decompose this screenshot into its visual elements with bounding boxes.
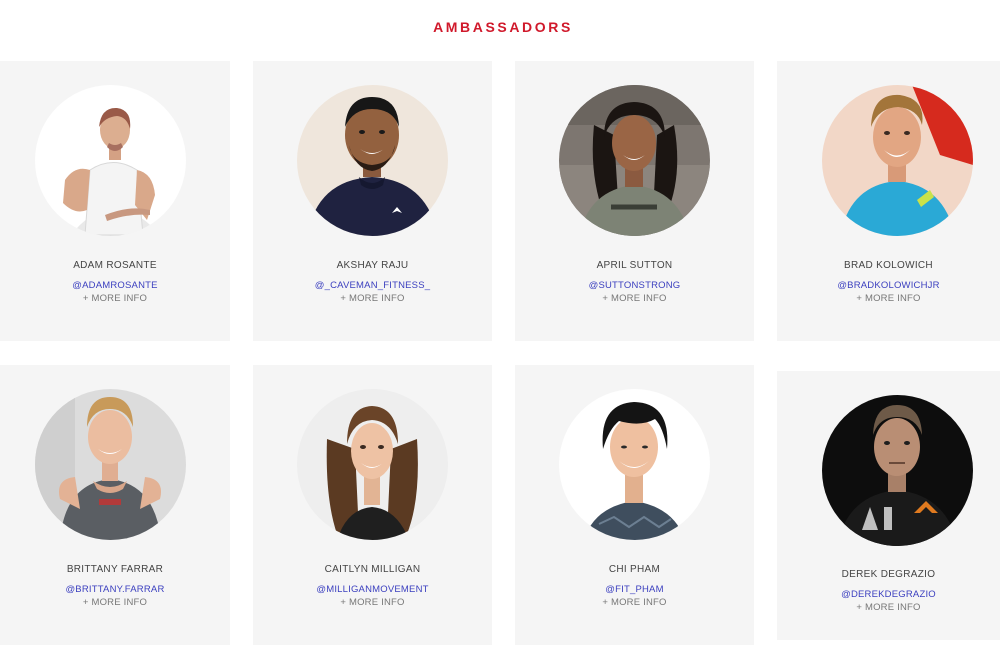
avatar xyxy=(35,389,186,540)
more-info-link[interactable]: + MORE INFO xyxy=(253,293,492,304)
ambassador-name: ADAM ROSANTE xyxy=(73,260,157,271)
ambassador-handle-link[interactable]: @BRITTANY.FARRAR xyxy=(0,584,230,595)
ambassador-name: BRAD KOLOWICH xyxy=(844,260,933,271)
ambassador-card[interactable]: BRITTANY FARRAR @BRITTANY.FARRAR + MORE … xyxy=(0,365,230,645)
avatar xyxy=(35,85,186,236)
more-info-link[interactable]: + MORE INFO xyxy=(253,597,492,608)
avatar xyxy=(822,395,973,546)
more-info-link[interactable]: + MORE INFO xyxy=(515,597,754,608)
avatar xyxy=(559,389,710,540)
ambassadors-page: AMBASSADORS ADAM ROSANTE @ADAMROSANTE + … xyxy=(0,0,1000,667)
ambassador-name: BRITTANY FARRAR xyxy=(66,564,164,575)
more-info-link[interactable]: + MORE INFO xyxy=(0,293,230,304)
avatar xyxy=(559,85,710,236)
avatar xyxy=(297,389,448,540)
ambassador-card[interactable]: AKSHAY RAJU @_CAVEMAN_FITNESS_ + MORE IN… xyxy=(253,61,492,341)
ambassador-card[interactable]: DEREK DEGRAZIO @DEREKDEGRAZIO + MORE INF… xyxy=(777,371,1000,640)
ambassador-handle-link[interactable]: @SUTTONSTRONG xyxy=(515,280,754,291)
ambassador-handle-link[interactable]: @MILLIGANMOVEMENT xyxy=(253,584,492,595)
ambassador-handle-link[interactable]: @_CAVEMAN_FITNESS_ xyxy=(253,280,492,291)
ambassador-name: CHI PHAM xyxy=(608,564,661,575)
ambassador-handle-link[interactable]: @BRADKOLOWICHJR xyxy=(777,280,1000,291)
section-title: AMBASSADORS xyxy=(433,19,573,35)
ambassador-handle-link[interactable]: @FIT_PHAM xyxy=(515,584,754,595)
ambassador-handle-link[interactable]: @DEREKDEGRAZIO xyxy=(777,589,1000,600)
ambassador-card[interactable]: CAITLYN MILLIGAN @MILLIGANMOVEMENT + MOR… xyxy=(253,365,492,645)
ambassador-card[interactable]: BRAD KOLOWICH @BRADKOLOWICHJR + MORE INF… xyxy=(777,61,1000,341)
ambassador-name: APRIL SUTTON xyxy=(596,260,673,271)
ambassador-name: AKSHAY RAJU xyxy=(336,260,409,271)
ambassador-name: CAITLYN MILLIGAN xyxy=(324,564,421,575)
avatar xyxy=(822,85,973,236)
ambassador-card[interactable]: APRIL SUTTON @SUTTONSTRONG + MORE INFO xyxy=(515,61,754,341)
avatar xyxy=(297,85,448,236)
more-info-link[interactable]: + MORE INFO xyxy=(515,293,754,304)
more-info-link[interactable]: + MORE INFO xyxy=(777,602,1000,613)
more-info-link[interactable]: + MORE INFO xyxy=(0,597,230,608)
more-info-link[interactable]: + MORE INFO xyxy=(777,293,1000,304)
ambassador-name: DEREK DEGRAZIO xyxy=(841,569,936,580)
ambassador-card[interactable]: ADAM ROSANTE @ADAMROSANTE + MORE INFO xyxy=(0,61,230,341)
ambassador-card[interactable]: CHI PHAM @FIT_PHAM + MORE INFO xyxy=(515,365,754,645)
ambassador-handle-link[interactable]: @ADAMROSANTE xyxy=(0,280,230,291)
